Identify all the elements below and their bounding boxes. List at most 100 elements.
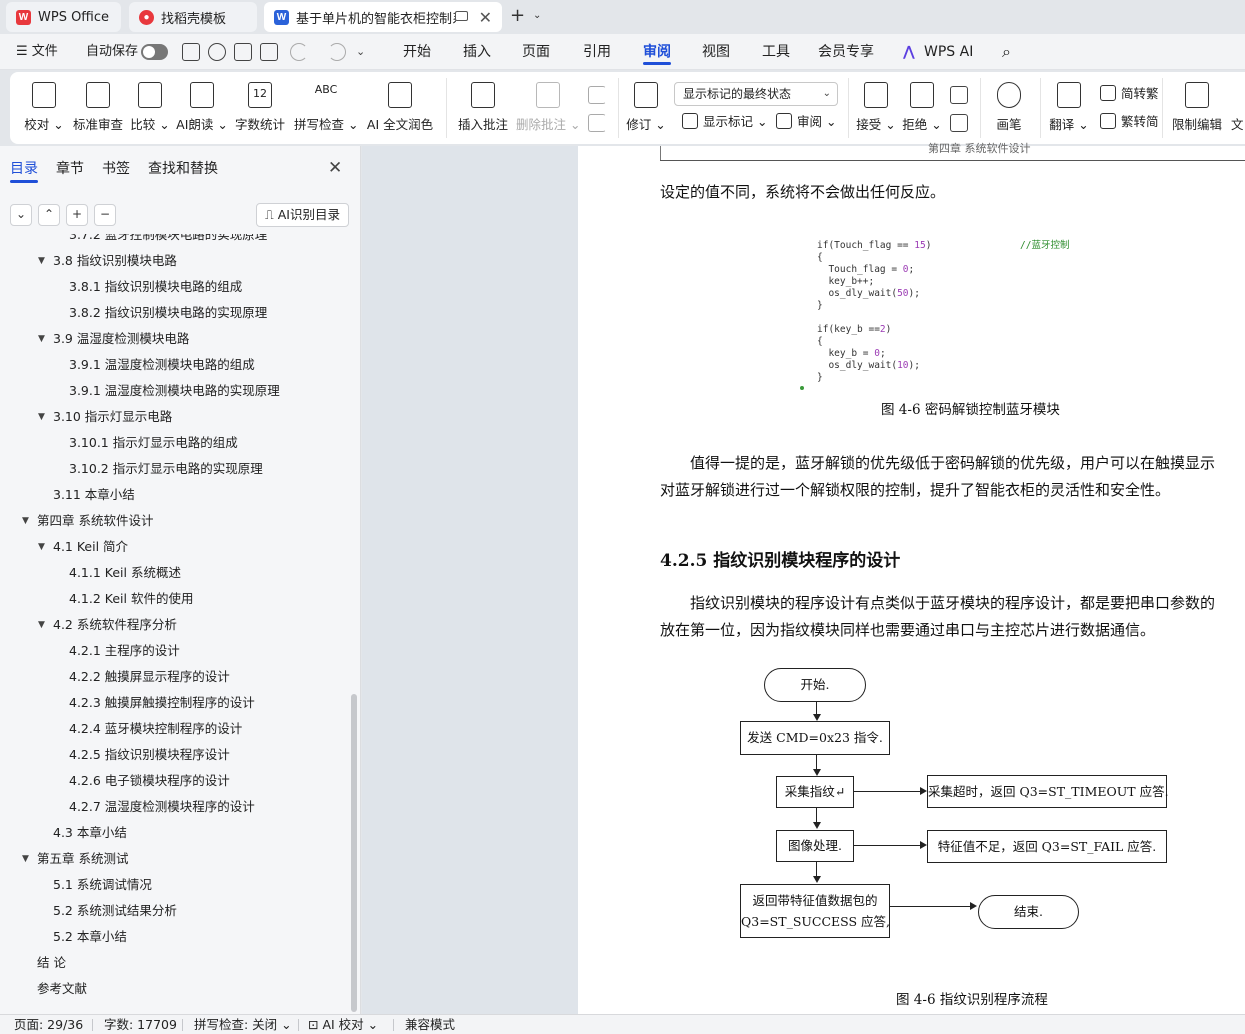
redo-icon[interactable] [328,43,346,61]
toc-item[interactable]: 5.1 系统调试情况 [0,872,350,898]
toc-item[interactable]: 参考文献 [0,976,350,1002]
toc-item[interactable]: ▼ 3.9 温湿度检测模块电路 [0,326,350,352]
menu-item-reference[interactable]: 引用 [583,34,611,70]
remove-heading-icon[interactable]: − [94,204,116,226]
print-preview-icon[interactable] [260,43,278,61]
menu-item-view[interactable]: 视图 [702,34,730,70]
traditional-to-simplified-button[interactable]: 繁转简 [1100,112,1159,132]
next-comment-icon[interactable] [588,114,606,132]
toc-item[interactable]: 3.7.2 蓝牙控制模块电路的实现原理 [0,234,350,248]
link-icon[interactable] [208,43,226,61]
toc-item[interactable]: 5.2 本章小结 [0,924,350,950]
insert-comment-button[interactable]: 插入批注 [454,72,512,144]
toc-item[interactable]: 4.2.6 电子锁模块程序的设计 [0,768,350,794]
delete-comment-button[interactable]: 删除批注 ⌄ [516,72,580,144]
reject-button[interactable]: 拒绝 ⌄ [900,72,944,144]
simplified-to-traditional-button[interactable]: 简转繁 [1100,84,1159,104]
toc-item[interactable]: 4.2.3 触摸屏触摸控制程序的设计 [0,690,350,716]
word-count-indicator[interactable]: 字数: 17709 [104,1015,177,1034]
print-icon[interactable] [234,43,252,61]
toc-item[interactable]: 5.2 系统测试结果分析 [0,898,350,924]
quick-access-chevron-icon[interactable]: ⌄ [356,34,365,70]
previous-comment-icon[interactable] [588,86,606,104]
tab-find-replace[interactable]: 查找和替换 [148,158,218,178]
menu-item-page[interactable]: 页面 [522,34,550,70]
tab-bookmarks[interactable]: 书签 [102,158,130,178]
menu-item-insert[interactable]: 插入 [463,34,491,70]
menu-item-review[interactable]: 审阅 [643,34,671,70]
markup-state-select[interactable]: 显示标记的最终状态 ⌄ [674,82,838,106]
toc-item[interactable]: 3.9.1 温湿度检测模块电路的实现原理 [0,378,350,404]
ai-read-aloud-button[interactable]: AI朗读 ⌄ [176,72,228,144]
translate-button[interactable]: 翻译 ⌄ [1046,72,1092,144]
toc-item[interactable]: ▼ 3.10 指示灯显示电路 [0,404,350,430]
file-menu[interactable]: ☰ 文件 [16,34,58,70]
menu-item-tools[interactable]: 工具 [762,34,790,70]
toc-item[interactable]: 4.2.4 蓝牙模块控制程序的设计 [0,716,350,742]
toc-scrollbar[interactable] [351,694,357,1012]
menu-item-wps-ai[interactable]: WPS AI [924,34,973,70]
chevron-down-icon[interactable]: ⌄ [533,10,541,21]
save-icon[interactable] [182,43,200,61]
spell-check-status[interactable]: 拼写检查: 关闭 ⌄ [194,1015,292,1034]
standard-review-button[interactable]: 标准审查 [72,72,124,144]
document-button-partial[interactable]: 文 [1228,72,1245,144]
expand-caret-icon[interactable]: ▼ [22,846,29,872]
toc-item[interactable]: 结 论 [0,950,350,976]
compare-button[interactable]: 比较 ⌄ [128,72,172,144]
toc-item[interactable]: ▼ 第五章 系统测试 [0,846,350,872]
toc-item[interactable]: ▼ 3.8 指纹识别模块电路 [0,248,350,274]
add-heading-icon[interactable]: + [66,204,88,226]
ai-recognize-toc-button[interactable]: ⎍ AI识别目录 [256,203,349,227]
new-tab-button[interactable]: + [510,6,525,26]
toc-item[interactable]: 3.8.2 指纹识别模块电路的实现原理 [0,300,350,326]
proofread-button[interactable]: 校对 ⌄ [20,72,68,144]
toc-item[interactable]: ▼ 4.1 Keil 简介 [0,534,350,560]
ai-check-status[interactable]: ⊡ AI 校对 ⌄ [308,1015,378,1034]
toc-item[interactable]: 4.2.5 指纹识别模块程序设计 [0,742,350,768]
toc-item[interactable]: 3.11 本章小结 [0,482,350,508]
expand-caret-icon[interactable]: ▼ [22,508,29,534]
toc-item[interactable]: 3.8.1 指纹识别模块电路的组成 [0,274,350,300]
toc-item[interactable]: 4.2.1 主程序的设计 [0,638,350,664]
toc-item[interactable]: 4.1.1 Keil 系统概述 [0,560,350,586]
previous-change-icon[interactable] [950,86,968,104]
expand-caret-icon[interactable]: ▼ [38,612,45,638]
tab-chapters[interactable]: 章节 [56,158,84,178]
expand-down-icon[interactable]: ⌄ [10,204,32,226]
menu-item-member[interactable]: 会员专享 [818,34,874,70]
toc-item[interactable]: ▼ 4.2 系统软件程序分析 [0,612,350,638]
toc-item[interactable]: 3.10.1 指示灯显示电路的组成 [0,430,350,456]
collapse-up-icon[interactable]: ⌃ [38,204,60,226]
tab-current-document[interactable]: W 基于单片机的智能衣柜控制系 ✕ [264,2,502,32]
tab-docer-templates[interactable]: ● 找稻壳模板 [129,2,257,32]
toc-item[interactable]: 4.2.2 触摸屏显示程序的设计 [0,664,350,690]
word-count-button[interactable]: 12 字数统计 [232,72,288,144]
review-pane-button[interactable]: 审阅 ⌄ [776,112,836,132]
page-indicator[interactable]: 页面: 29/36 [14,1015,83,1034]
expand-caret-icon[interactable]: ▼ [38,248,45,274]
track-changes-button[interactable]: 修订 ⌄ [624,72,668,144]
undo-icon[interactable] [290,43,308,61]
pen-button[interactable]: 画笔 [986,72,1032,144]
toc-item[interactable]: 4.1.2 Keil 软件的使用 [0,586,350,612]
document-page[interactable]: 第四章 系统软件设计 设定的值不同，系统将不会做出任何反应。 if(Touch_… [578,142,1245,1014]
toc-item[interactable]: 4.3 本章小结 [0,820,350,846]
toc-item[interactable]: 4.2.7 温湿度检测模块程序的设计 [0,794,350,820]
monitor-icon[interactable] [455,11,468,21]
accept-button[interactable]: 接受 ⌄ [854,72,898,144]
toc-item[interactable]: 3.9.1 温湿度检测模块电路的组成 [0,352,350,378]
expand-caret-icon[interactable]: ▼ [38,404,45,430]
ai-polish-button[interactable]: AI 全文润色 [364,72,436,144]
menu-item-start[interactable]: 开始 [403,34,431,70]
autosave-toggle[interactable] [141,44,168,60]
toc-item[interactable]: 3.10.2 指示灯显示电路的实现原理 [0,456,350,482]
close-tab-icon[interactable]: ✕ [479,8,492,27]
search-icon[interactable]: ⌕ [1002,34,1011,70]
tab-toc[interactable]: 目录 [10,158,38,178]
tab-wps-office[interactable]: W WPS Office [6,2,121,32]
spell-check-button[interactable]: ABC 拼写检查 ⌄ [294,72,358,144]
restrict-editing-button[interactable]: 限制编辑 [1168,72,1226,144]
show-markup-button[interactable]: 显示标记 ⌄ [682,112,767,132]
next-change-icon[interactable] [950,114,968,132]
